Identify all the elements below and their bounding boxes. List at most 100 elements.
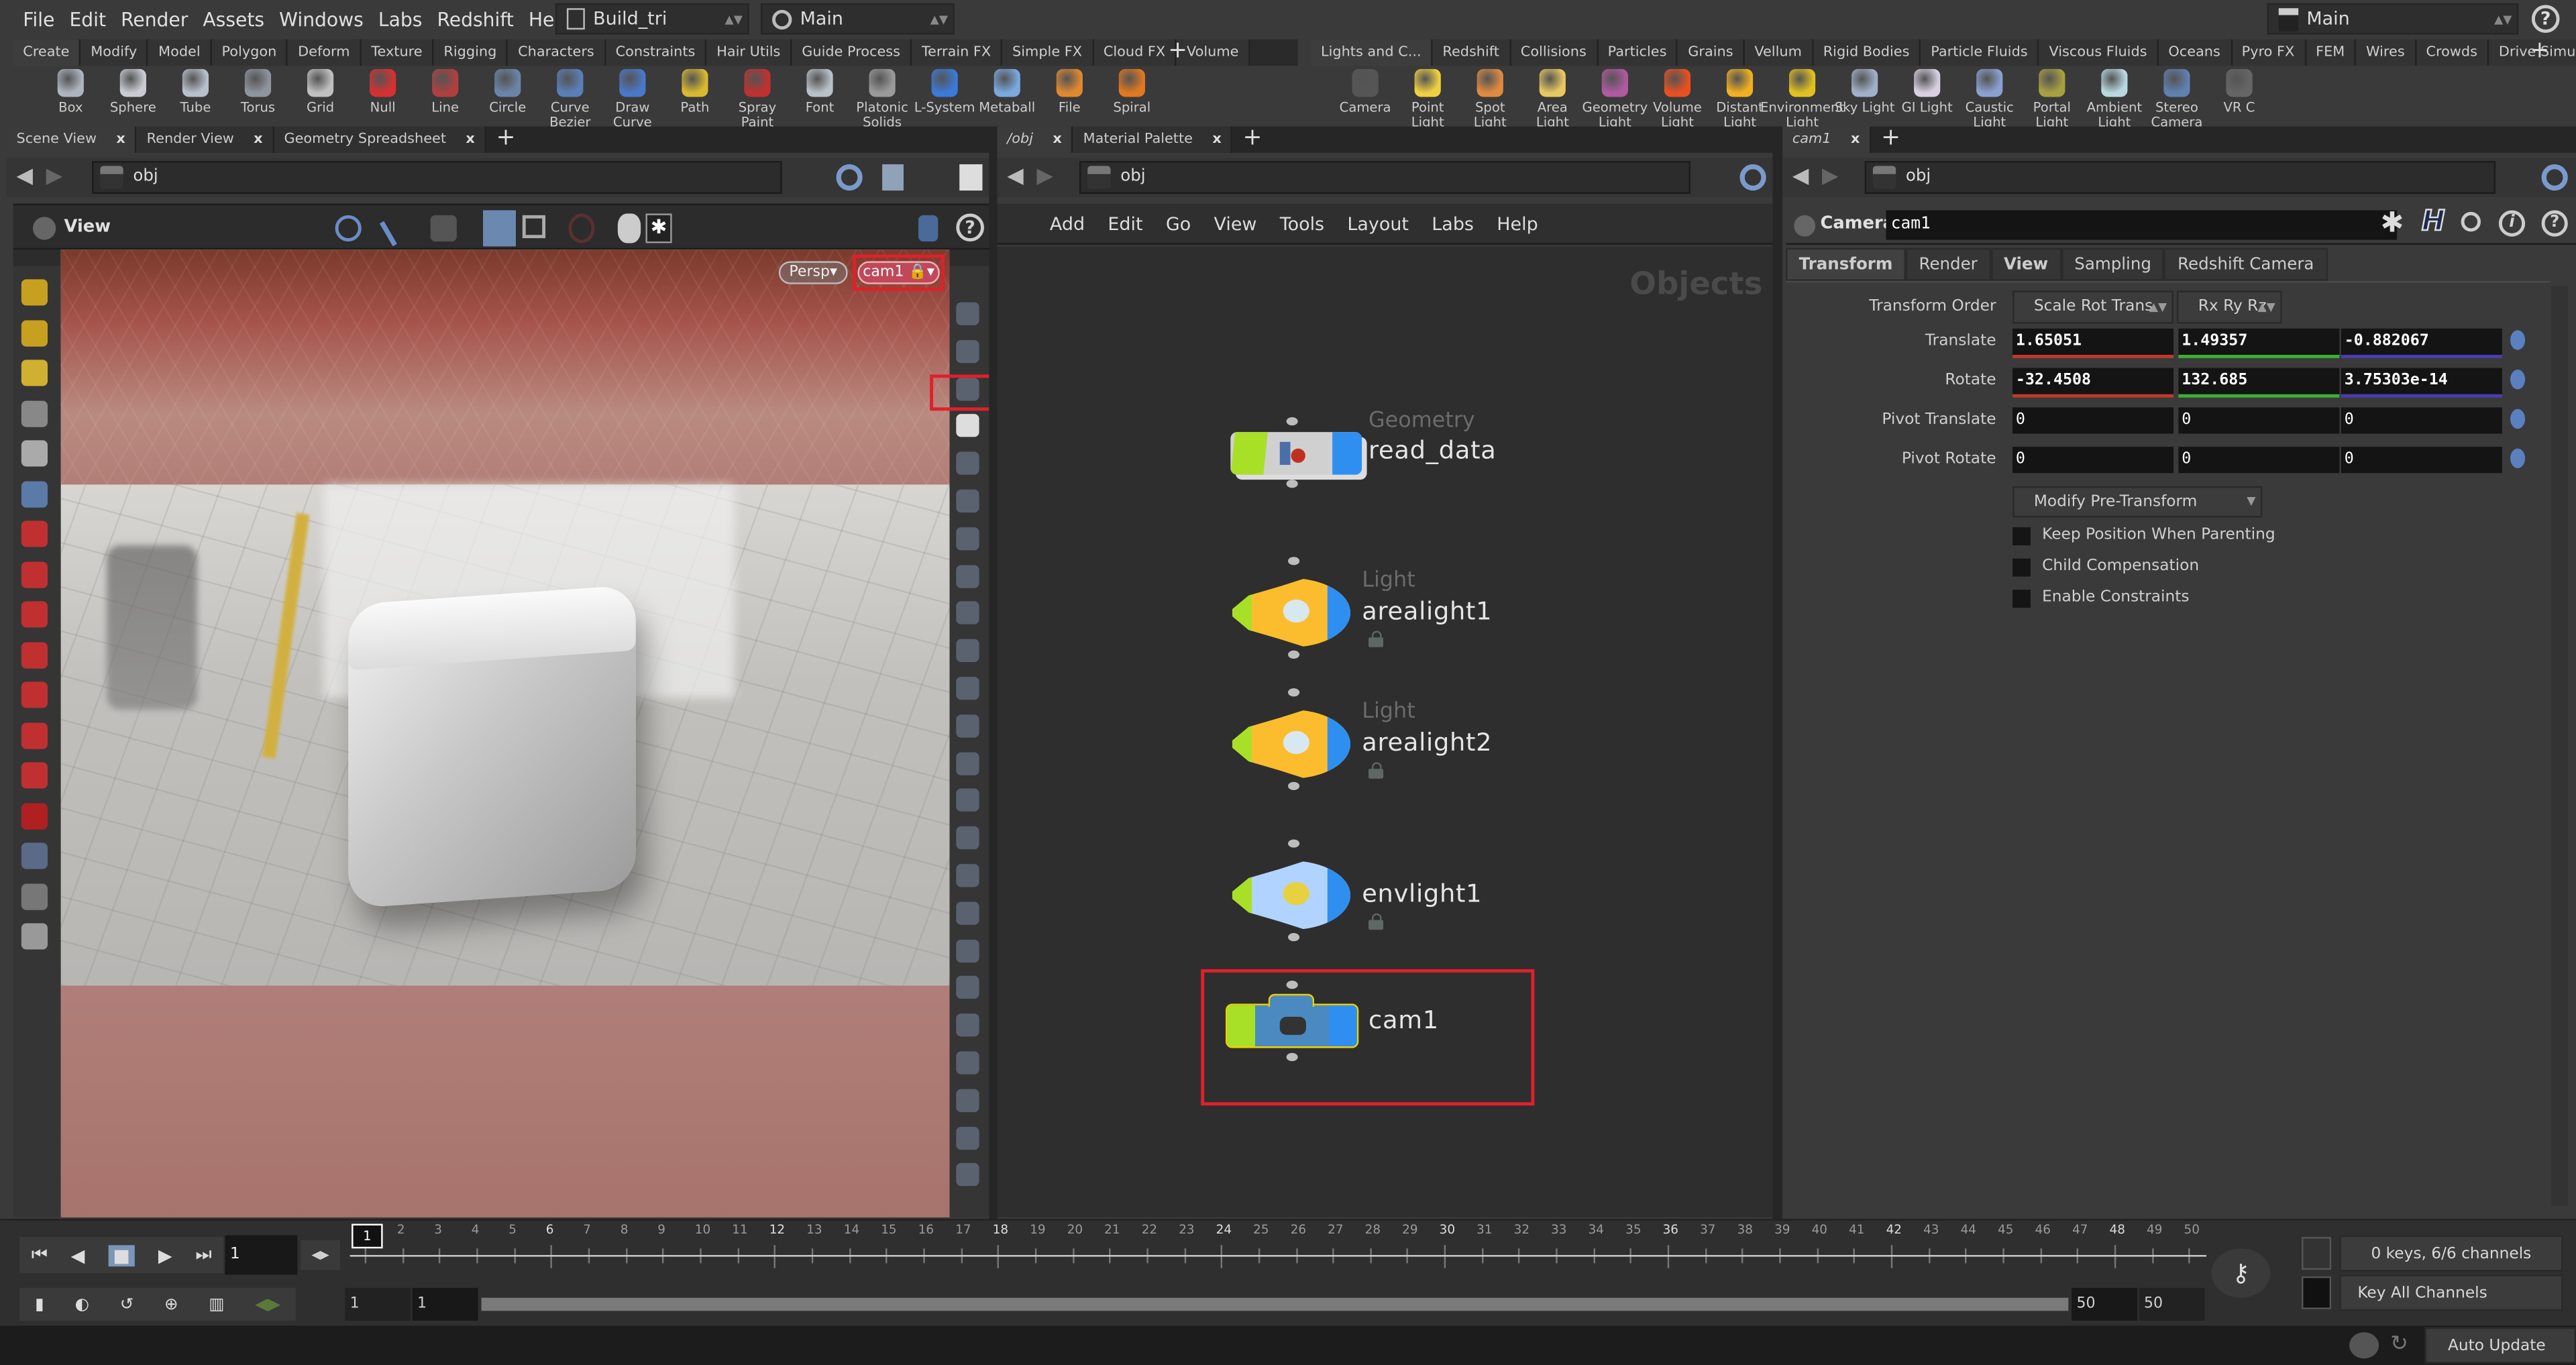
play-icon[interactable]: ▶ <box>158 1244 172 1266</box>
enable-constraints-label[interactable]: Enable Constraints <box>2042 588 2189 606</box>
rotate-handle-icon[interactable] <box>2510 370 2526 390</box>
tab-cam1[interactable]: cam1 x <box>1782 126 1872 153</box>
camera-view-toggle-icon[interactable] <box>483 210 516 247</box>
output-connector[interactable] <box>1288 781 1300 790</box>
range-start-field[interactable]: 1 <box>345 1288 411 1321</box>
network-menu-help[interactable]: Help <box>1497 213 1538 234</box>
display-option-9-icon[interactable] <box>956 602 979 625</box>
shelf-tool-draw-curve[interactable]: Draw Curve <box>601 66 663 129</box>
back-arrow-icon[interactable]: ◀ <box>16 164 32 189</box>
shelf-tab[interactable]: Grains <box>1678 39 1745 66</box>
tab-sampling[interactable]: Sampling <box>2061 248 2165 281</box>
desktop-selector[interactable]: Build_tri ▲▼ <box>555 3 749 35</box>
child-compensation-label[interactable]: Child Compensation <box>2042 557 2199 575</box>
key-nav-icon[interactable]: ◀▶ <box>255 1295 280 1313</box>
view-tool-icon[interactable] <box>21 279 48 306</box>
node-name-label[interactable]: arealight2 <box>1362 728 1492 757</box>
close-icon[interactable]: x <box>466 127 474 153</box>
transform-order-menu[interactable]: Scale Rot Trans ▲▼ <box>2012 290 2174 324</box>
shelf-tool-l-system[interactable]: L-System <box>914 66 976 115</box>
shelf-tab[interactable]: Deform <box>288 39 362 66</box>
shelf-tool-torus[interactable]: Torus <box>227 66 289 115</box>
search-icon[interactable] <box>2461 211 2481 232</box>
orbit-tool-icon[interactable] <box>21 883 48 910</box>
link-target-icon[interactable] <box>1739 164 1766 191</box>
shelf-tab[interactable]: Rigid Bodies <box>1813 39 1921 66</box>
shelf-tool-path[interactable]: Path <box>663 66 726 115</box>
pivot-translate-y-field[interactable]: 0 <box>2178 407 2340 434</box>
shelf-tool-sphere[interactable]: Sphere <box>102 66 164 115</box>
pane-divider[interactable] <box>989 126 998 1219</box>
shelf-tab[interactable]: Model <box>148 39 212 66</box>
camera-tool-icon[interactable] <box>21 842 48 869</box>
add-shelf-icon[interactable]: + <box>1168 39 1187 64</box>
shelf-tab[interactable]: FEM <box>2306 39 2357 66</box>
link-target-icon[interactable] <box>2541 164 2568 191</box>
display-option-18-icon[interactable] <box>956 938 979 963</box>
shelf-tab[interactable]: Lights and C... <box>1311 39 1433 66</box>
shelf-tab[interactable]: Volume <box>1177 39 1250 66</box>
input-connector[interactable] <box>1288 557 1300 565</box>
shelf-tool-box[interactable]: Box <box>40 66 102 115</box>
render-flag[interactable] <box>1327 578 1351 647</box>
safe-area-icon[interactable] <box>568 213 595 243</box>
node-name-field[interactable]: cam1 <box>1886 210 2398 240</box>
shelf-tool-volume-light[interactable]: Volume Light <box>1646 66 1709 129</box>
fps-icon[interactable]: ▥ <box>209 1295 224 1313</box>
snapshot-camera-icon[interactable] <box>617 213 641 243</box>
node-name-label[interactable]: arealight1 <box>1362 596 1492 626</box>
link-target-icon[interactable] <box>836 164 863 191</box>
help-icon[interactable]: ? <box>2541 210 2568 237</box>
network-menu-go[interactable]: Go <box>1166 213 1191 234</box>
rotate-y-field[interactable]: 132.685 <box>2178 368 2340 394</box>
scene-path-field[interactable]: obj <box>92 161 782 194</box>
shelf-tab[interactable]: Wires <box>2356 39 2416 66</box>
enable-constraints-checkbox[interactable] <box>2012 590 2031 608</box>
info-icon[interactable]: i <box>2498 210 2526 237</box>
shelf-tool-stereo-camera[interactable]: Stereo Camera <box>2145 66 2208 129</box>
node-name-label[interactable]: envlight1 <box>1362 879 1482 908</box>
keep-position-when-parenting-checkbox[interactable] <box>2012 527 2031 546</box>
display-option-8-icon[interactable] <box>956 564 979 588</box>
pivot-translate-z-field[interactable]: 0 <box>2341 407 2502 434</box>
stop-icon[interactable]: ■ <box>108 1244 136 1266</box>
houdini-help-icon[interactable]: H <box>2421 205 2446 239</box>
network-menu-edit[interactable]: Edit <box>1108 213 1142 234</box>
display-option-23-icon[interactable] <box>956 1126 979 1150</box>
network-menu-tools[interactable]: Tools <box>1280 213 1324 234</box>
shelf-tab[interactable]: Terrain FX <box>912 39 1003 66</box>
render-flag[interactable] <box>1332 432 1362 475</box>
output-connector[interactable] <box>1286 480 1298 488</box>
range-slider[interactable] <box>481 1297 2069 1311</box>
tab-transform[interactable]: Transform <box>1786 248 1906 281</box>
pivot-rotate-handle-icon[interactable] <box>2510 448 2526 468</box>
pose-tool-icon[interactable] <box>21 400 48 427</box>
scale-tool-icon[interactable] <box>21 601 48 628</box>
snap-point-tool-icon[interactable] <box>21 802 48 829</box>
shelf-tool-sky-light[interactable]: Sky Light <box>1833 66 1896 115</box>
network-menu-add[interactable]: Add <box>1050 213 1085 234</box>
forward-arrow-icon[interactable]: ▶ <box>46 164 62 189</box>
jump-start-icon[interactable]: ⏮ <box>32 1244 48 1266</box>
menu-file[interactable]: File <box>23 7 54 30</box>
close-icon[interactable]: x <box>1851 127 1860 153</box>
shelf-tab[interactable]: Crowds <box>2416 39 2489 66</box>
viewport-layout-icon[interactable] <box>918 215 938 242</box>
shelf-tool-spiral[interactable]: Spiral <box>1101 66 1163 115</box>
child-compensation-checkbox[interactable] <box>2012 558 2031 577</box>
back-arrow-icon[interactable]: ◀ <box>1792 164 1809 189</box>
rotate-tool-icon[interactable] <box>21 561 48 588</box>
tumble-tool-icon[interactable] <box>335 215 362 242</box>
shelf-tool-null[interactable]: Null <box>352 66 414 115</box>
key-mode-menu[interactable]: Key All Channels <box>2339 1274 2563 1311</box>
view-layout-icon[interactable] <box>959 164 983 191</box>
translate-z-field[interactable]: -0.882067 <box>2341 328 2502 355</box>
pane-tab[interactable]: Scene View x <box>6 126 137 153</box>
pivot-translate-handle-icon[interactable] <box>2510 408 2526 429</box>
update-mode-menu[interactable]: Auto Update <box>2424 1327 2576 1364</box>
shelf-tool-line[interactable]: Line <box>414 66 476 115</box>
display-option-13-icon[interactable] <box>956 751 979 775</box>
brain-icon[interactable] <box>2349 1332 2379 1359</box>
shelf-tab[interactable]: Hair Utils <box>706 39 792 66</box>
translate-x-field[interactable]: 1.65051 <box>2012 328 2174 355</box>
